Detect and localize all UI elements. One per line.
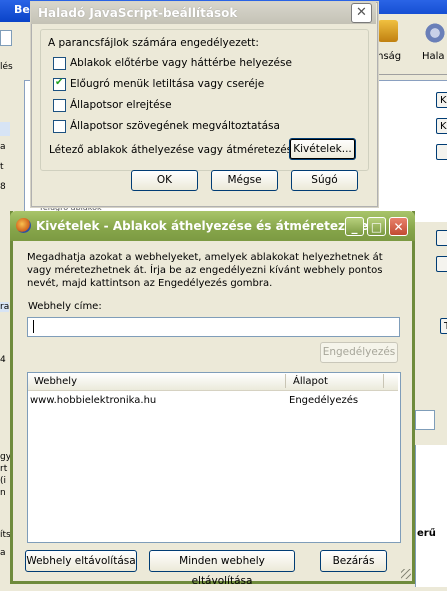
background-left-text: rt xyxy=(0,464,8,474)
exceptions-description: Megadhatja azokat a webhelyeket, amelyek… xyxy=(27,252,383,289)
checkbox-label[interactable]: Ablakok előtérbe vagy háttérbe helyezése xyxy=(70,57,292,69)
close-button[interactable]: Bezárás xyxy=(320,550,387,572)
checkbox-hide-status-bar[interactable] xyxy=(53,99,66,112)
list-header xyxy=(28,373,398,391)
background-left-text: 4 xyxy=(0,355,6,365)
resize-grip-icon[interactable] xyxy=(401,569,411,579)
maximize-icon[interactable]: □ xyxy=(367,217,386,236)
background-button[interactable]: K xyxy=(436,118,447,134)
firefox-icon xyxy=(16,218,31,233)
cancel-button[interactable]: Mégse xyxy=(211,170,278,191)
background-left-tab xyxy=(0,122,10,136)
background-button[interactable]: K xyxy=(436,92,447,108)
checkbox-disable-replace-popups[interactable] xyxy=(53,77,66,91)
checkbox-raise-lower-windows[interactable] xyxy=(53,57,66,70)
group-label: A parancsfájlok számára engedélyezett: xyxy=(48,37,259,49)
text-cursor xyxy=(33,320,34,333)
background-button[interactable] xyxy=(436,256,447,272)
ok-button[interactable]: OK xyxy=(131,170,198,191)
remove-site-button[interactable]: Webhely eltávolítása xyxy=(25,550,137,572)
divider xyxy=(370,74,447,75)
row-site: www.hobbielektronika.hu xyxy=(30,395,157,406)
site-address-input[interactable] xyxy=(27,317,400,337)
help-button[interactable]: Súgó xyxy=(291,170,358,191)
checkbox-label[interactable]: Előugró menük letiltása vagy cseréje xyxy=(70,78,264,90)
background-left-field xyxy=(0,30,12,46)
background-left-text: a xyxy=(0,548,6,558)
lock-icon xyxy=(378,20,398,42)
background-text: erű xyxy=(417,528,436,539)
gear-icon xyxy=(424,22,446,44)
background-button[interactable] xyxy=(436,144,447,160)
background-button[interactable]: T xyxy=(440,318,447,334)
column-divider[interactable] xyxy=(383,374,384,388)
background-left-text: (i xyxy=(0,476,7,486)
column-divider[interactable] xyxy=(285,374,286,388)
dialog-title: Haladó JavaScript-beállítások xyxy=(38,6,238,20)
background-button[interactable] xyxy=(415,410,435,430)
checkbox-label[interactable]: Állapotsor elrejtése xyxy=(70,99,172,111)
background-left-text: 8 xyxy=(0,182,6,192)
background-button[interactable] xyxy=(436,230,447,246)
toolbar-label-advanced[interactable]: Hala xyxy=(422,51,445,62)
background-left-text: lés xyxy=(0,62,13,72)
remove-all-sites-button[interactable]: Minden webhely eltávolítása xyxy=(149,550,295,587)
close-icon[interactable]: ✕ xyxy=(389,217,408,236)
checkbox-label[interactable]: Állapotsor szövegének megváltoztatása xyxy=(70,120,280,132)
minimize-icon[interactable]: _ xyxy=(345,217,364,236)
close-icon[interactable]: ✕ xyxy=(351,3,372,23)
exceptions-button[interactable]: Kivételek... xyxy=(289,138,356,160)
site-address-label: Webhely címe: xyxy=(28,301,102,312)
background-left-text: n xyxy=(0,488,6,498)
checkbox-change-status-text[interactable] xyxy=(53,120,66,133)
allow-button[interactable]: Engedélyezés xyxy=(320,342,398,363)
background-text-area xyxy=(415,445,447,587)
background-left-text: a xyxy=(0,142,6,152)
row-status: Engedélyezés xyxy=(289,395,359,406)
column-header-site[interactable]: Webhely xyxy=(34,376,77,387)
background-left-text: t xyxy=(0,162,4,172)
dialog-title: Kivételek - Ablakok áthelyezése és átmér… xyxy=(36,219,369,233)
move-resize-label: Létező ablakok áthelyezése vagy átmérete… xyxy=(49,144,299,156)
column-header-status[interactable]: Állapot xyxy=(293,376,328,387)
background-left-text: ra xyxy=(0,302,10,312)
